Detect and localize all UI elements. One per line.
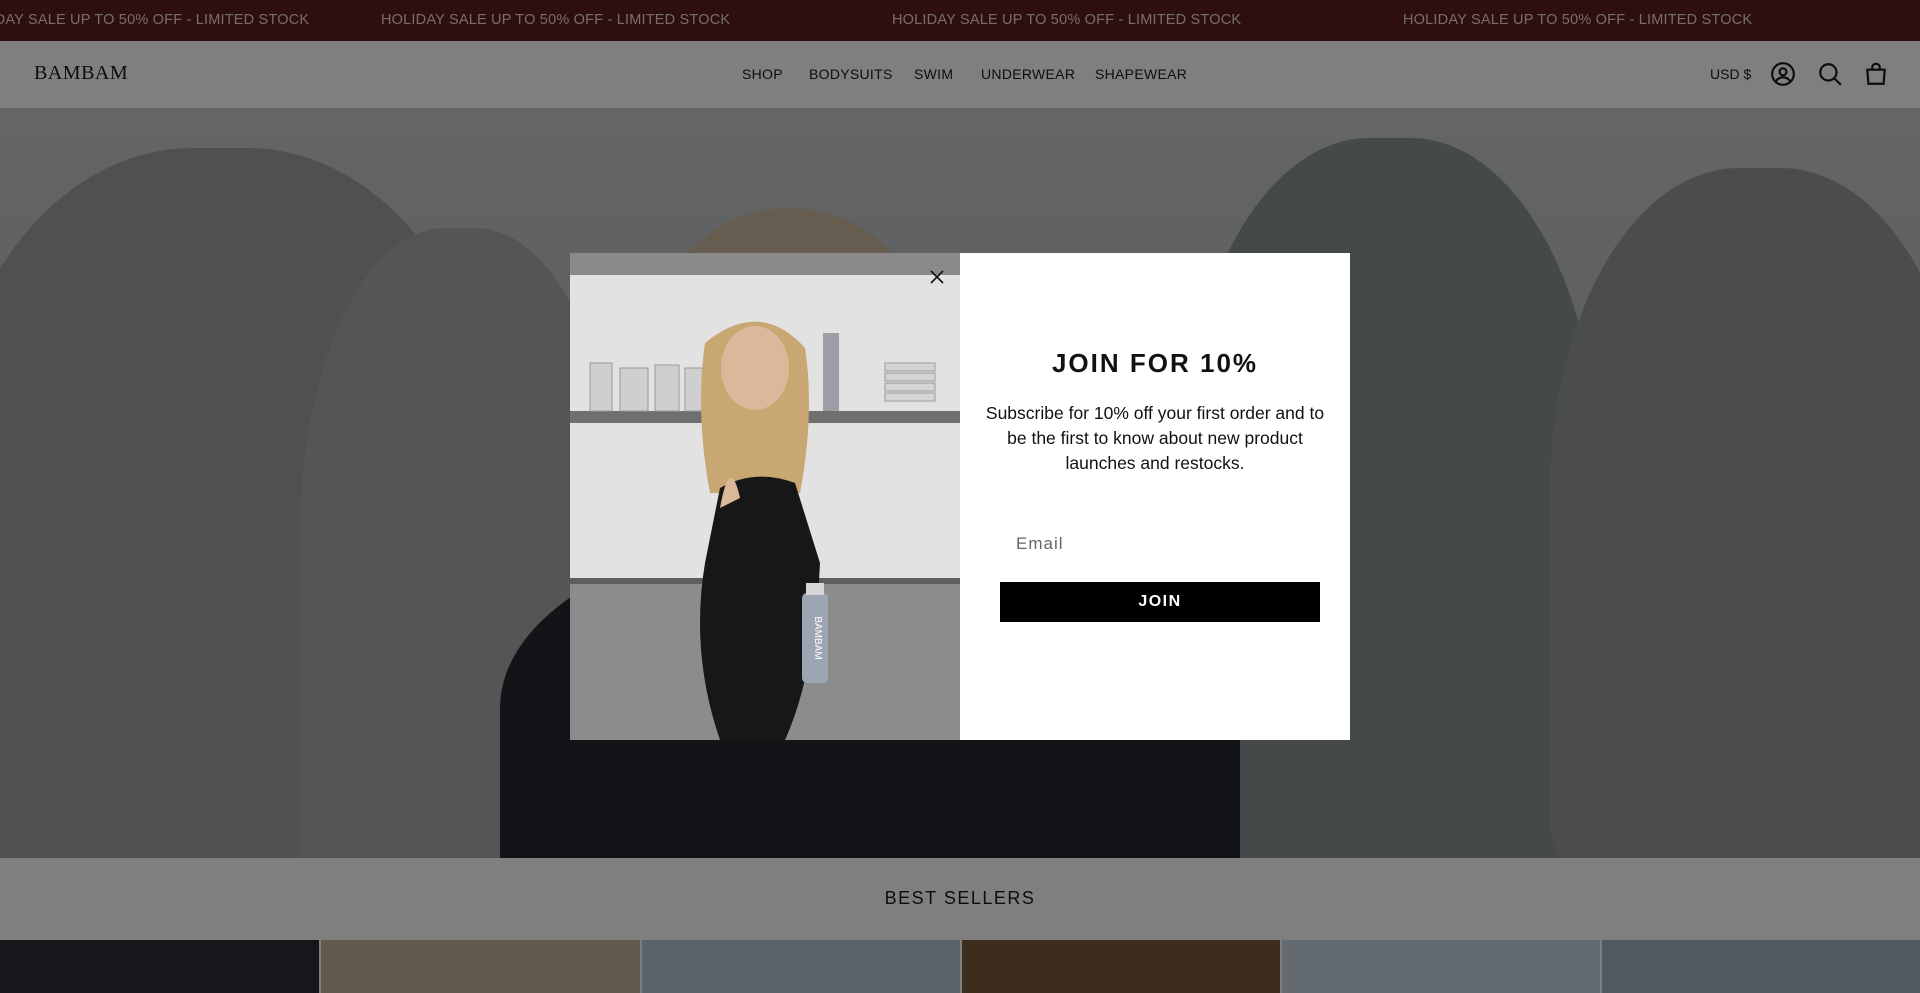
close-icon bbox=[930, 270, 944, 284]
join-button[interactable]: JOIN bbox=[1000, 582, 1320, 622]
close-button[interactable] bbox=[925, 265, 949, 289]
newsletter-popup: BAMBAM JOIN FOR 10% Subscribe for 10% of… bbox=[570, 253, 1350, 740]
popup-image: BAMBAM bbox=[570, 253, 960, 740]
popup-title: JOIN FOR 10% bbox=[1051, 348, 1259, 378]
bottle-brand-text: BAMBAM bbox=[812, 616, 823, 659]
popup-content bbox=[960, 253, 1350, 740]
email-input[interactable] bbox=[1000, 524, 1320, 564]
popup-description: Subscribe for 10% off your first order a… bbox=[985, 403, 1325, 473]
